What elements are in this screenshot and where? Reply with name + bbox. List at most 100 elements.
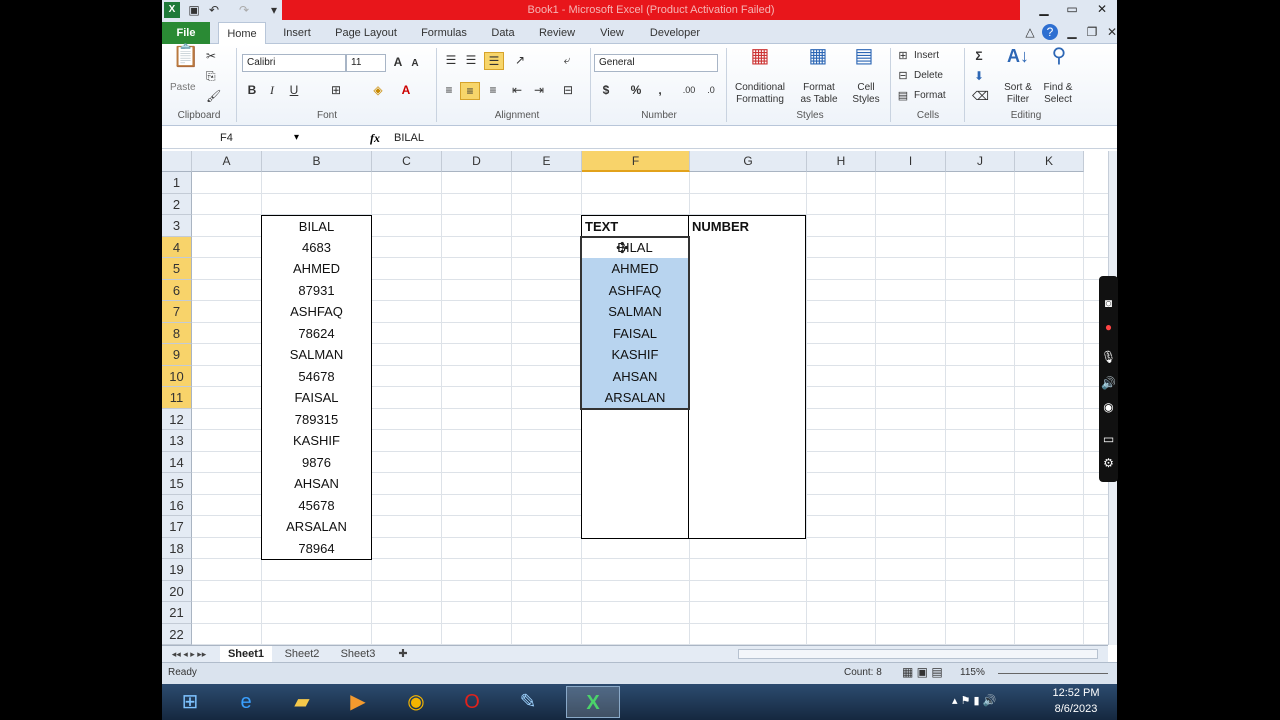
- worksheet-grid[interactable]: ABCDEFGHIJK 1 2 3 4 5 6 7 8 9 10 11 12 13 14 15 16 17 18 1…: [162, 151, 1108, 645]
- row-header-22[interactable]: 22: [162, 623, 192, 645]
- row-header-18[interactable]: 18: [162, 537, 192, 559]
- format-cells-button[interactable]: Format: [914, 90, 946, 102]
- cell-b12[interactable]: 789315: [261, 408, 372, 431]
- number-format-select[interactable]: General: [594, 54, 718, 72]
- cell-b10[interactable]: 54678: [261, 365, 372, 388]
- row-header-3[interactable]: 3: [162, 215, 192, 237]
- paste-icon[interactable]: 📋: [172, 45, 199, 78]
- cell-g3-number-header[interactable]: NUMBER: [688, 215, 806, 238]
- conditional-formatting-button[interactable]: Conditional Formatting: [730, 82, 790, 106]
- column-header-c[interactable]: C: [372, 151, 442, 172]
- name-box[interactable]: F4: [164, 129, 314, 147]
- cell-f11[interactable]: ARSALAN: [581, 387, 689, 410]
- decrease-decimal-icon[interactable]: .0: [702, 82, 720, 98]
- currency-icon[interactable]: $: [598, 82, 614, 98]
- sheet-tab-3[interactable]: Sheet3: [332, 646, 384, 662]
- cell-styles-icon[interactable]: ▤: [852, 46, 876, 74]
- cell-b4[interactable]: 4683: [261, 236, 372, 259]
- cell-f9[interactable]: KASHIF: [581, 344, 689, 367]
- row-header-19[interactable]: 19: [162, 559, 192, 581]
- format-as-table-button[interactable]: Format as Table: [794, 82, 844, 106]
- column-header-j[interactable]: J: [946, 151, 1015, 172]
- increase-decimal-icon[interactable]: .00: [680, 82, 698, 98]
- shrink-font-icon[interactable]: A: [408, 56, 422, 72]
- redo-icon[interactable]: ↷: [236, 2, 252, 18]
- cell-g8[interactable]: [688, 322, 806, 345]
- insert-cells-button[interactable]: Insert: [914, 50, 939, 62]
- paste-button[interactable]: Paste: [170, 82, 196, 94]
- record-icon[interactable]: ●: [1100, 318, 1117, 336]
- fill-icon[interactable]: ⬇: [972, 68, 986, 84]
- insert-sheet-icon[interactable]: ✚: [394, 646, 412, 662]
- microphone-icon[interactable]: 🎙: [1100, 348, 1117, 366]
- copy-icon[interactable]: ⎘: [206, 68, 216, 84]
- speaker-icon[interactable]: 🔊: [1100, 374, 1117, 392]
- cell-f3-text-header[interactable]: TEXT: [581, 215, 689, 238]
- cut-icon[interactable]: ✂: [206, 48, 216, 64]
- cell-g10[interactable]: [688, 365, 806, 388]
- row-header-16[interactable]: 16: [162, 494, 192, 516]
- row-header-17[interactable]: 17: [162, 516, 192, 538]
- cell-styles-button[interactable]: Cell Styles: [844, 82, 888, 106]
- cell-b15[interactable]: AHSAN: [261, 473, 372, 496]
- delete-cells-button[interactable]: Delete: [914, 70, 943, 82]
- cell-b11[interactable]: FAISAL: [261, 387, 372, 410]
- cell-g6[interactable]: [688, 279, 806, 302]
- column-header-b[interactable]: B: [262, 151, 372, 172]
- find-select-icon[interactable]: ⚲: [1046, 46, 1072, 74]
- sheet-tab-2[interactable]: Sheet2: [276, 646, 328, 662]
- percent-icon[interactable]: %: [628, 82, 644, 98]
- cell-b13[interactable]: KASHIF: [261, 430, 372, 453]
- format-as-table-icon[interactable]: ▦: [806, 46, 830, 74]
- cell-b16[interactable]: 45678: [261, 494, 372, 517]
- tab-page-layout[interactable]: Page Layout: [330, 22, 402, 44]
- cell-f15[interactable]: [581, 473, 689, 496]
- cell-g5[interactable]: [688, 258, 806, 281]
- minimize-button[interactable]: ▁: [1030, 0, 1058, 18]
- merge-center-icon[interactable]: ⊟: [558, 82, 578, 98]
- formula-input[interactable]: BILAL: [394, 129, 1094, 147]
- orientation-icon[interactable]: ↗: [510, 52, 530, 68]
- column-header-e[interactable]: E: [512, 151, 582, 172]
- tab-data[interactable]: Data: [484, 22, 522, 44]
- cell-f8[interactable]: FAISAL: [581, 322, 689, 345]
- row-header-13[interactable]: 13: [162, 430, 192, 452]
- cell-b9[interactable]: SALMAN: [261, 344, 372, 367]
- cell-f12[interactable]: [581, 408, 689, 431]
- format-cells-icon[interactable]: ▤: [896, 88, 910, 104]
- cell-g7[interactable]: [688, 301, 806, 324]
- font-name-select[interactable]: Calibri: [242, 54, 346, 72]
- sheet-nav-arrows-icon[interactable]: ◂◂ ◂ ▸ ▸▸: [164, 646, 214, 662]
- cell-f16[interactable]: [581, 494, 689, 517]
- start-button-icon[interactable]: ⊞: [164, 686, 216, 718]
- row-header-12[interactable]: 12: [162, 408, 192, 430]
- align-bottom-icon[interactable]: ☰: [484, 52, 504, 70]
- settings-gear-icon[interactable]: ⚙: [1100, 454, 1117, 472]
- cell-g17[interactable]: [688, 516, 806, 539]
- media-player-icon[interactable]: ▶: [332, 686, 384, 718]
- cell-g4[interactable]: [688, 236, 806, 259]
- minimize-ribbon-icon[interactable]: △: [1022, 24, 1038, 40]
- row-header-6[interactable]: 6: [162, 279, 192, 301]
- sort-filter-icon[interactable]: A↓: [1006, 47, 1030, 74]
- cell-b6[interactable]: 87931: [261, 279, 372, 302]
- comma-icon[interactable]: ,: [654, 82, 666, 98]
- insert-cells-icon[interactable]: ⊞: [896, 48, 910, 64]
- column-header-h[interactable]: H: [807, 151, 876, 172]
- row-header-14[interactable]: 14: [162, 451, 192, 473]
- align-left-icon[interactable]: ≡: [440, 82, 458, 98]
- cell-g11[interactable]: [688, 387, 806, 410]
- cell-b8[interactable]: 78624: [261, 322, 372, 345]
- column-header-k[interactable]: K: [1015, 151, 1084, 172]
- row-header-4[interactable]: 4: [162, 236, 192, 258]
- font-color-icon[interactable]: A: [398, 82, 414, 98]
- column-header-i[interactable]: I: [876, 151, 946, 172]
- horizontal-scrollbar[interactable]: [738, 649, 1098, 659]
- row-header-9[interactable]: 9: [162, 344, 192, 366]
- internet-explorer-icon[interactable]: e: [220, 686, 272, 718]
- align-middle-icon[interactable]: ☰: [462, 52, 480, 68]
- row-header-5[interactable]: 5: [162, 258, 192, 280]
- column-header-a[interactable]: A: [192, 151, 262, 172]
- close-workbook-icon[interactable]: ✕: [1104, 24, 1117, 40]
- autosum-icon[interactable]: Σ: [972, 48, 986, 64]
